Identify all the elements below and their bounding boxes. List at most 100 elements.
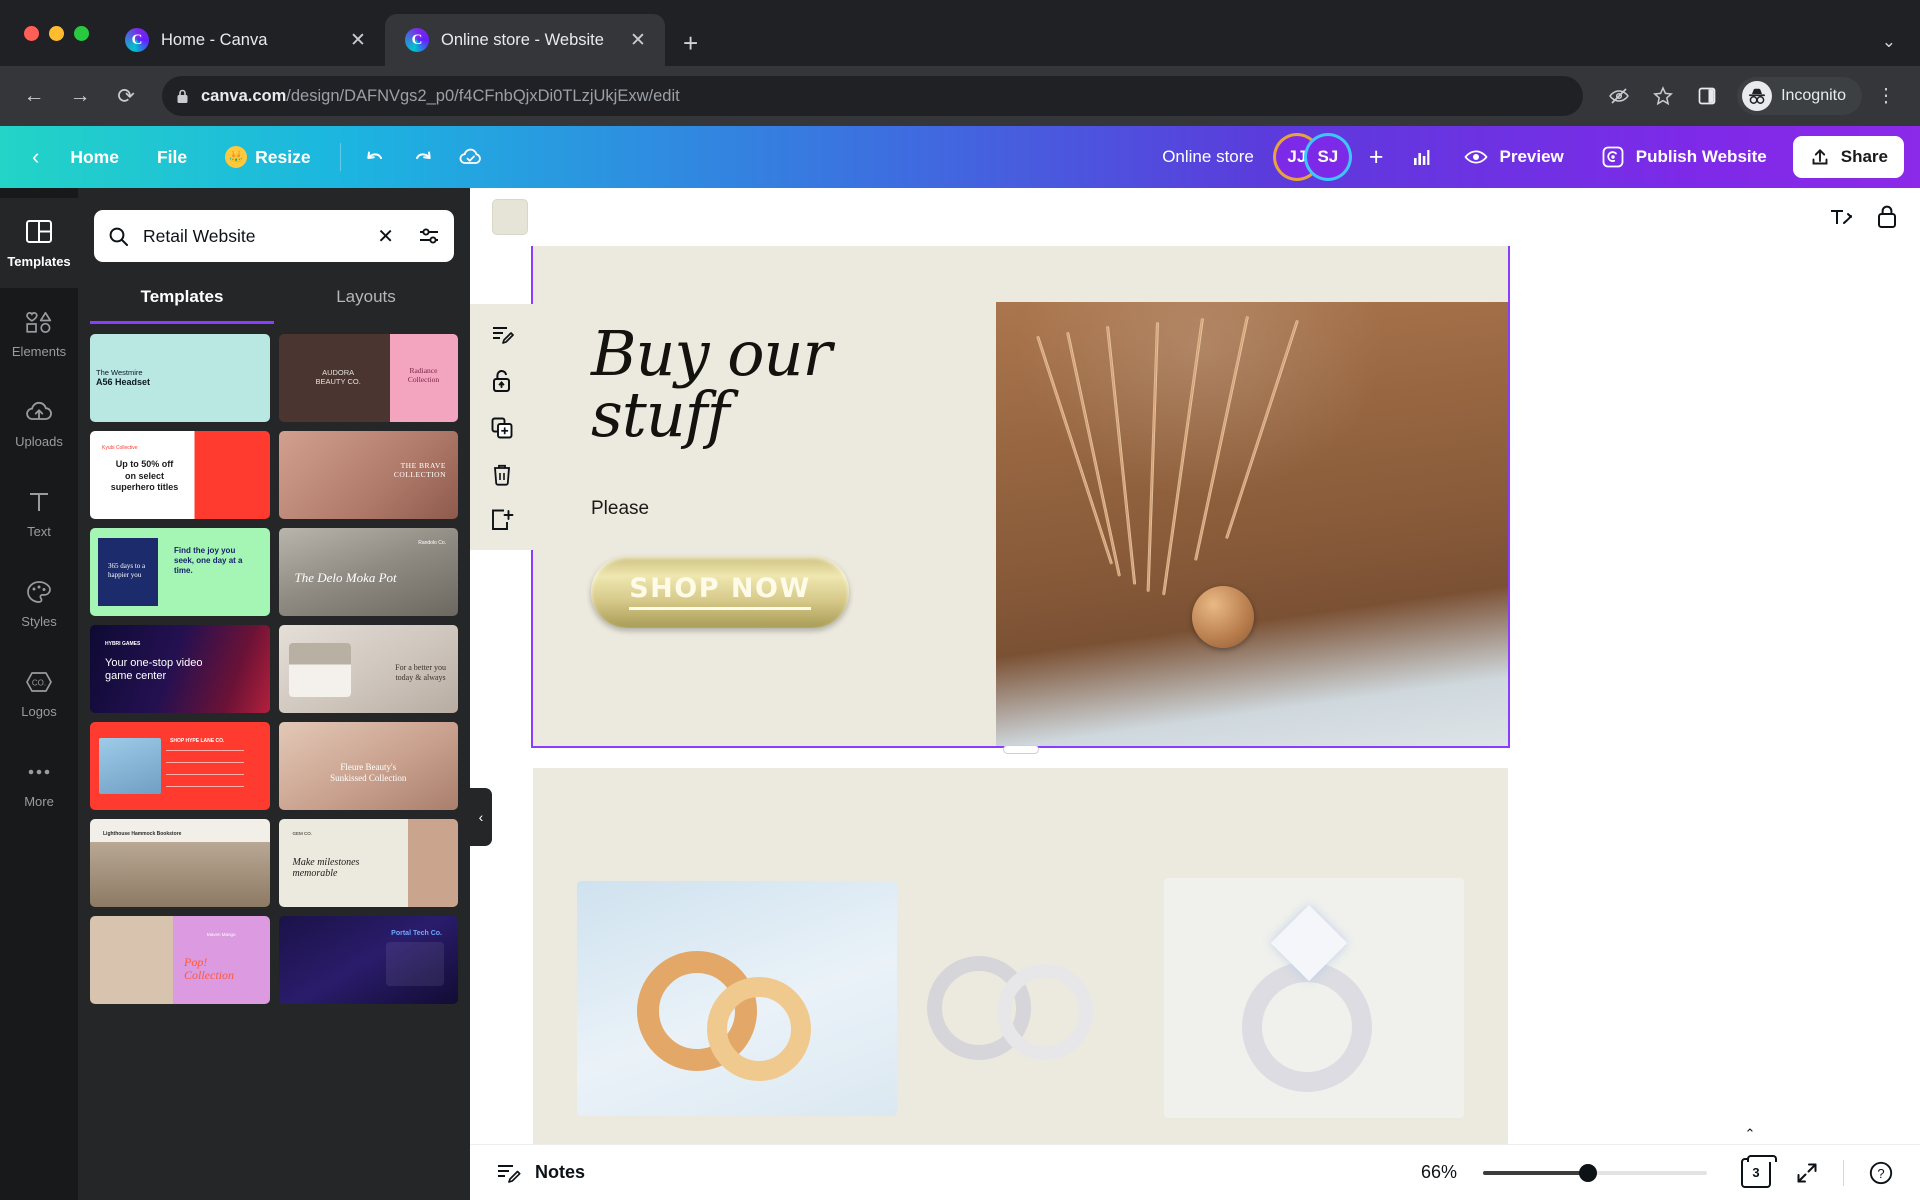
- add-collaborator-button[interactable]: +: [1357, 143, 1396, 172]
- home-button[interactable]: Home: [53, 138, 136, 177]
- page-resize-handle[interactable]: [1002, 745, 1039, 754]
- ring-image-2[interactable]: [905, 898, 1156, 1098]
- add-page-icon[interactable]: [490, 508, 514, 532]
- back-icon[interactable]: ←: [14, 76, 54, 116]
- window-controls[interactable]: [18, 0, 105, 66]
- maximize-window-button[interactable]: [74, 25, 89, 41]
- ring-image-3[interactable]: [1163, 878, 1464, 1118]
- templates-panel: Retail Website ✕ Templates Layouts The W…: [78, 188, 470, 1200]
- template-thumbnail[interactable]: For a better you today & always: [278, 625, 458, 713]
- template-line1: Radiance: [409, 366, 438, 375]
- star-icon[interactable]: [1643, 76, 1683, 116]
- help-icon[interactable]: ?: [1868, 1160, 1894, 1186]
- hero-section: Buy our stuff Please SHOP NOW: [533, 246, 1508, 746]
- template-thumbnail[interactable]: Lighthouse Hammock Bookstore: [90, 819, 270, 907]
- template-thumbnail[interactable]: GEM CO. Make milestones memorable: [278, 819, 458, 907]
- address-bar[interactable]: canva.com/design/DAFNVgs2_p0/f4CFnbQjxDi…: [162, 76, 1584, 116]
- tab-templates[interactable]: Templates: [90, 272, 274, 324]
- sidebar-item-text[interactable]: Text: [0, 468, 78, 558]
- preview-label: Preview: [1499, 147, 1564, 166]
- lock-icon[interactable]: [1876, 204, 1898, 230]
- close-icon[interactable]: ✕: [371, 224, 400, 249]
- elements-icon: [24, 307, 54, 337]
- share-button[interactable]: Share: [1792, 136, 1904, 178]
- sidebar-item-uploads[interactable]: Uploads: [0, 378, 78, 468]
- page-count-button[interactable]: 3: [1741, 1154, 1777, 1188]
- sidebar-item-elements[interactable]: Elements: [0, 288, 78, 378]
- document-name[interactable]: Online store: [1148, 138, 1268, 176]
- template-thumbnail[interactable]: THE BRAVE COLLECTION: [278, 431, 458, 519]
- template-line1: Fleure Beauty's: [340, 762, 397, 772]
- reload-icon[interactable]: ⟳: [106, 76, 146, 116]
- sidebar-item-more[interactable]: More: [0, 738, 78, 828]
- template-line2: A56 Headset: [96, 377, 151, 388]
- search-input[interactable]: Retail Website ✕: [94, 210, 454, 262]
- browser-menu-icon[interactable]: ⋮: [1866, 76, 1906, 116]
- template-thumbnail[interactable]: 365 days to a happier you Find the joy y…: [90, 528, 270, 616]
- search-value[interactable]: Retail Website: [143, 226, 357, 247]
- profile-chip[interactable]: Incognito: [1737, 77, 1862, 115]
- zoom-slider-knob[interactable]: [1579, 1163, 1598, 1182]
- sidebar-item-templates[interactable]: Templates: [0, 198, 78, 288]
- minimize-window-button[interactable]: [49, 25, 64, 41]
- expand-timeline-button[interactable]: ⌃: [1726, 1124, 1774, 1144]
- unlock-icon[interactable]: [491, 368, 513, 394]
- cloud-check-icon[interactable]: [449, 137, 493, 177]
- browser-tab-home[interactable]: C Home - Canva ✕: [105, 14, 385, 66]
- hero-heading[interactable]: Buy our stuff: [591, 323, 988, 446]
- forward-icon[interactable]: →: [60, 76, 100, 116]
- preview-button[interactable]: Preview: [1447, 136, 1579, 178]
- sidepanel-icon[interactable]: [1687, 76, 1727, 116]
- template-thumbnail[interactable]: Kyubi Collective Up to 50% off on select…: [90, 431, 270, 519]
- design-page-1[interactable]: Buy our stuff Please SHOP NOW: [531, 246, 1510, 754]
- zoom-slider[interactable]: [1483, 1163, 1707, 1182]
- file-menu-button[interactable]: File: [140, 138, 204, 177]
- browser-tab-online-store[interactable]: C Online store - Website ✕: [385, 14, 665, 66]
- shop-now-button[interactable]: SHOP NOW: [591, 555, 849, 628]
- eye-off-icon[interactable]: [1599, 76, 1639, 116]
- canva-topbar: ‹ Home File 👑 Resize Online store JJ SJ: [0, 126, 1920, 188]
- template-thumbnail[interactable]: Fleure Beauty's Sunkissed Collection: [278, 722, 458, 810]
- sidebar-item-styles[interactable]: Styles: [0, 558, 78, 648]
- template-line2: today & always: [395, 673, 446, 682]
- delete-icon[interactable]: [491, 462, 513, 486]
- close-window-button[interactable]: [24, 25, 39, 41]
- chevron-down-icon[interactable]: ⌄: [1882, 32, 1920, 66]
- back-icon[interactable]: ‹: [22, 144, 49, 170]
- publish-website-button[interactable]: Publish Website: [1584, 134, 1783, 180]
- avatar[interactable]: SJ: [1306, 136, 1349, 178]
- template-thumbnail[interactable]: Randolo Co. The Delo Moka Pot: [278, 528, 458, 616]
- template-thumbnail[interactable]: HYBRI GAMES Your one-stop video game cen…: [90, 625, 270, 713]
- collapse-panel-button[interactable]: ‹: [470, 788, 492, 846]
- edit-notes-icon[interactable]: [490, 322, 514, 346]
- new-tab-button[interactable]: +: [683, 30, 698, 56]
- template-thumbnail[interactable]: AUDORA BEAUTY CO. Radiance Collection: [278, 334, 458, 422]
- template-thumbnail[interactable]: SHOP HYPE LANE CO.: [90, 722, 270, 810]
- notes-button[interactable]: Notes: [496, 1161, 585, 1185]
- resize-button[interactable]: 👑 Resize: [208, 137, 327, 177]
- close-tab-button[interactable]: ✕: [625, 29, 651, 52]
- ring-image-1[interactable]: [577, 880, 898, 1116]
- template-thumbnail[interactable]: Maven Mango Pop! Collection: [90, 916, 270, 1004]
- hero-jewelry-image[interactable]: [996, 246, 1508, 746]
- hero-paragraph[interactable]: Please: [591, 498, 988, 520]
- filter-sliders-icon[interactable]: [414, 226, 440, 246]
- tab-layouts[interactable]: Layouts: [274, 272, 458, 324]
- sidebar-item-label: Logos: [21, 704, 57, 719]
- templates-icon: [25, 217, 53, 247]
- template-thumbnail[interactable]: Portal Tech Co.: [278, 916, 458, 1004]
- redo-icon[interactable]: [401, 137, 445, 177]
- template-thumbnail[interactable]: The Westmire A56 Headset: [90, 334, 270, 422]
- text-style-icon[interactable]: [1828, 205, 1854, 229]
- template-brand: GEM CO.: [292, 831, 313, 836]
- undo-icon[interactable]: [353, 137, 397, 177]
- notes-icon: [496, 1161, 522, 1185]
- sidebar-item-logos[interactable]: CO. Logos: [0, 648, 78, 738]
- design-page-2[interactable]: [533, 768, 1508, 1144]
- expand-icon[interactable]: [1795, 1161, 1819, 1185]
- duplicate-icon[interactable]: [490, 416, 514, 440]
- bar-chart-icon[interactable]: [1399, 137, 1443, 177]
- page-color-swatch[interactable]: [492, 199, 528, 235]
- close-tab-button[interactable]: ✕: [345, 29, 371, 52]
- canvas-scroll[interactable]: Buy our stuff Please SHOP NOW: [470, 246, 1920, 1144]
